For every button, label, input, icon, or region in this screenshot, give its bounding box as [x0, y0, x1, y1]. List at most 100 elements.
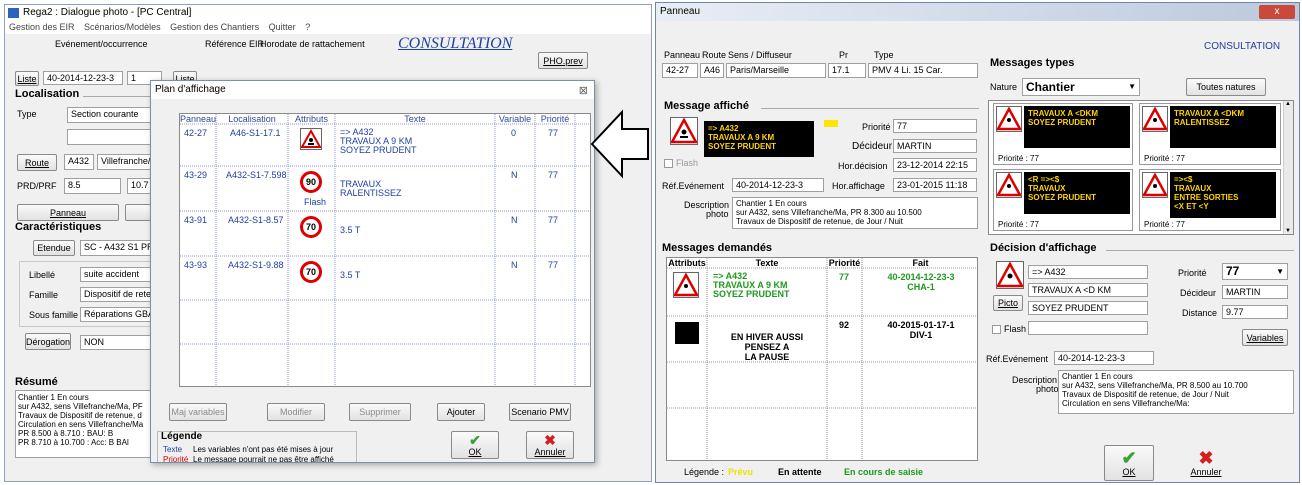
- plan-row-variable[interactable]: N: [511, 260, 518, 270]
- decision-flash-checkbox[interactable]: [992, 325, 1001, 334]
- priorite-field[interactable]: 77: [893, 119, 977, 133]
- col-variable[interactable]: Variable: [495, 114, 535, 124]
- d-decideur-field[interactable]: MARTIN: [1222, 285, 1288, 299]
- variables-button[interactable]: Variables: [1242, 329, 1288, 346]
- modifier-button[interactable]: Modifier: [267, 403, 325, 421]
- plan-row-text[interactable]: 3.5 T: [340, 225, 360, 235]
- route-field[interactable]: A46: [700, 63, 724, 78]
- plan-row-loc[interactable]: A432-S1-7.598: [226, 170, 287, 180]
- plan-row-panneau[interactable]: 42-27: [184, 128, 207, 138]
- menu-help[interactable]: ?: [305, 22, 310, 32]
- hor-decision-field[interactable]: 23-12-2014 22:15: [893, 158, 977, 172]
- route-field[interactable]: A432: [64, 154, 94, 170]
- plan-row-priorite[interactable]: 77: [548, 128, 558, 138]
- nature-select[interactable]: Chantier ▼: [1022, 78, 1140, 96]
- col-texte[interactable]: Texte: [707, 258, 827, 268]
- route-dir-field[interactable]: Villefranche/M: [97, 154, 157, 170]
- menu-quitter[interactable]: Quitter: [269, 22, 296, 32]
- decision-line-3[interactable]: SOYEZ PRUDENT: [1028, 301, 1148, 315]
- panneau-button[interactable]: Panneau: [17, 204, 119, 221]
- close-icon[interactable]: x: [1259, 5, 1295, 19]
- plan-row-priorite[interactable]: 77: [548, 170, 558, 180]
- type-card[interactable]: =><$ TRAVAUX ENTRE SORTIES <X ET <Y Prio…: [1139, 169, 1281, 231]
- d-ref-field[interactable]: 40-2014-12-23-3: [1054, 351, 1154, 365]
- plan-row-variable[interactable]: N: [511, 170, 518, 180]
- sousfamille-field[interactable]: Réparations GBA: [80, 307, 155, 322]
- libelle-field[interactable]: suite accident: [80, 267, 155, 282]
- derogation-button[interactable]: Dérogation: [25, 333, 71, 350]
- dem-row-priorite[interactable]: 77: [839, 272, 849, 282]
- plan-row-loc[interactable]: A46-S1-17.1: [230, 128, 281, 138]
- plan-row-variable[interactable]: 0: [511, 128, 516, 138]
- decision-line-2[interactable]: TRAVAUX A <D KM: [1028, 283, 1148, 297]
- col-localisation[interactable]: Localisation: [216, 114, 288, 124]
- d-priorite-select[interactable]: 77 ▼: [1222, 263, 1288, 280]
- decideur-field[interactable]: MARTIN: [893, 139, 977, 153]
- famille-field[interactable]: Dispositif de retenu: [80, 287, 155, 302]
- evt-field[interactable]: 40-2014-12-23-3: [43, 71, 123, 85]
- dem-row-priorite[interactable]: 92: [839, 320, 849, 330]
- dem-row-text[interactable]: EN HIVER AUSSI PENSEZ A LA PAUSE: [707, 332, 827, 362]
- maj-variables-button[interactable]: Maj variables: [169, 403, 227, 421]
- plan-row-panneau[interactable]: 43-29: [184, 170, 207, 180]
- ok-button[interactable]: ✔ OK: [451, 431, 499, 459]
- picto-button[interactable]: Picto: [993, 295, 1023, 311]
- panneau-field[interactable]: 42-27: [662, 63, 698, 78]
- menu-scenarios[interactable]: Scénarios/Modèles: [84, 22, 161, 32]
- decision-line-4[interactable]: [1028, 321, 1148, 335]
- annuler-button[interactable]: ✖ Annuler: [526, 431, 574, 459]
- col-texte[interactable]: Texte: [335, 114, 495, 124]
- ref-evt-field[interactable]: 40-2014-12-23-3: [732, 178, 824, 192]
- etendue-button[interactable]: Etendue: [33, 240, 75, 256]
- decision-line-1[interactable]: => A432: [1028, 265, 1148, 279]
- scroll-up-icon[interactable]: ▲: [1285, 101, 1291, 107]
- liste-button[interactable]: Liste: [15, 71, 39, 86]
- dem-row-fait[interactable]: 40-2015-01-17-1 DIV-1: [867, 320, 975, 340]
- col-priorite[interactable]: Priorité: [827, 258, 862, 268]
- derogation-field[interactable]: NON: [80, 335, 155, 350]
- scenario-pmv-button[interactable]: Scenario PMV: [509, 403, 571, 421]
- etendue-field[interactable]: SC - A432 S1 PR 8: [80, 240, 155, 256]
- type-card[interactable]: <R =><$ TRAVAUX SOYEZ PRUDENT Priorité :…: [993, 169, 1133, 231]
- col-attributs[interactable]: Attributs: [288, 114, 335, 124]
- route-button[interactable]: Route: [17, 154, 57, 171]
- supprimer-button[interactable]: Supprimer: [349, 403, 411, 421]
- type-field[interactable]: PMV 4 Li. 15 Car.: [868, 63, 978, 78]
- sens-field[interactable]: Paris/Marseille: [726, 63, 826, 78]
- close-icon[interactable]: ⊠: [579, 82, 588, 100]
- scroll-down-icon[interactable]: ▼: [1285, 228, 1291, 234]
- plan-row-loc[interactable]: A432-S1-9.88: [228, 260, 284, 270]
- ajouter-button[interactable]: Ajouter: [437, 403, 485, 421]
- type-field[interactable]: Section courante: [67, 107, 157, 123]
- menu-gestion-eir[interactable]: Gestion des EIR: [9, 22, 75, 32]
- col-priorite[interactable]: Priorité: [535, 114, 575, 124]
- type-card[interactable]: TRAVAUX A <DKM RALENTISSEZ Priorité : 77: [1139, 103, 1281, 165]
- plan-row-panneau[interactable]: 43-93: [184, 260, 207, 270]
- plan-row-loc[interactable]: A432-S1-8.57: [228, 215, 284, 225]
- dem-row-text[interactable]: => A432 TRAVAUX A 9 KM SOYEZ PRUDENT: [713, 272, 790, 299]
- col-fait[interactable]: Fait: [862, 258, 979, 268]
- plan-row-text[interactable]: TRAVAUX RALENTISSEZ: [340, 180, 402, 198]
- plan-row-text[interactable]: 3.5 T: [340, 270, 360, 280]
- pr-field[interactable]: 17.1: [828, 63, 866, 78]
- d-distance-field[interactable]: 9.77: [1222, 305, 1288, 319]
- toutes-natures-button[interactable]: Toutes natures: [1186, 78, 1266, 96]
- plan-row-priorite[interactable]: 77: [548, 260, 558, 270]
- col-attributs[interactable]: Attributs: [667, 258, 707, 268]
- plan-row-variable[interactable]: N: [511, 215, 518, 225]
- type-sub-field[interactable]: [67, 129, 157, 145]
- plan-row-text[interactable]: => A432 TRAVAUX A 9 KM SOYEZ PRUDENT: [340, 128, 417, 155]
- annuler-button[interactable]: ✖ Annuler: [1181, 445, 1231, 481]
- prd-field[interactable]: 8.5: [64, 178, 121, 194]
- ok-button[interactable]: ✔ OK: [1104, 445, 1154, 481]
- plan-row-panneau[interactable]: 43-91: [184, 215, 207, 225]
- pho-prev-button[interactable]: PHO.prev: [538, 52, 588, 69]
- types-scrollbar[interactable]: ▲ ▼: [1283, 101, 1293, 234]
- type-card[interactable]: TRAVAUX A <DKM SOYEZ PRUDENT Priorité : …: [993, 103, 1133, 165]
- menu-gestion-chantiers[interactable]: Gestion des Chantiers: [170, 22, 259, 32]
- col-panneau[interactable]: Panneau: [180, 114, 216, 124]
- plan-row-priorite[interactable]: 77: [548, 215, 558, 225]
- hor-affichage-field[interactable]: 23-01-2015 11:18: [893, 178, 977, 192]
- flash-checkbox[interactable]: [664, 159, 673, 168]
- dem-row-fait[interactable]: 40-2014-12-23-3 CHA-1: [867, 272, 975, 292]
